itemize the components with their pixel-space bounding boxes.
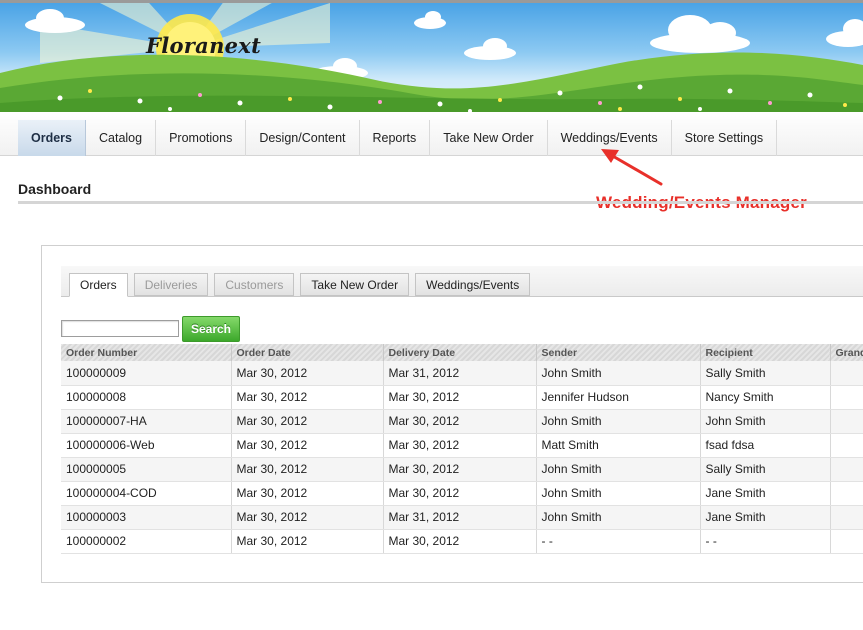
annotation-arrow-icon [601,149,663,186]
floranext-logo[interactable]: Floranext [146,33,261,58]
table-cell-recipient: Sally Smith [700,361,831,386]
table-cell-delivery-date: Mar 31, 2012 [383,505,537,530]
table-cell-order-date: Mar 30, 2012 [231,409,384,434]
orders-table: Order Number Order Date Delivery Date Sende… [61,344,863,554]
table-cell-grand-total [830,505,863,530]
banner-illustration [0,3,863,112]
table-cell-order-number: 100000008 [61,385,232,410]
nav-item-promotions[interactable]: Promotions [156,120,247,156]
table-header-row: Order Number Order Date Delivery Date Sende… [61,344,863,361]
table-row[interactable]: 100000009 Mar 30, 2012 Mar 31, 2012 John Sm… [61,361,863,386]
column-header-order-date[interactable]: Order Date [231,344,384,361]
table-cell-order-date: Mar 30, 2012 [231,481,384,506]
table-cell-sender: John Smith [536,505,701,530]
table-cell-order-date: Mar 30, 2012 [231,361,384,386]
table-cell-order-date: Mar 30, 2012 [231,385,384,410]
page-title: Dashboard [18,181,92,197]
table-row[interactable]: 100000006-Web Mar 30, 2012 Mar 30, 2012 Mat… [61,433,863,458]
table-cell-delivery-date: Mar 30, 2012 [383,433,537,458]
table-cell-order-number: 100000002 [61,529,232,554]
column-header-delivery-date[interactable]: Delivery Date [383,344,537,361]
table-cell-grand-total [830,457,863,482]
table-cell-recipient: Jane Smith [700,481,831,506]
header-banner: Floranext [0,0,863,112]
table-cell-recipient: - - [700,529,831,554]
table-cell-sender: John Smith [536,457,701,482]
table-cell-recipient: Jane Smith [700,505,831,530]
tab-deliveries[interactable]: Deliveries [133,273,209,296]
table-cell-delivery-date: Mar 30, 2012 [383,529,537,554]
table-cell-recipient: Sally Smith [700,457,831,482]
table-cell-order-date: Mar 30, 2012 [231,529,384,554]
table-cell-sender: John Smith [536,409,701,434]
main-nav: Orders Catalog Promotions Design/Content Rep… [0,112,863,156]
table-row[interactable]: 100000002 Mar 30, 2012 Mar 30, 2012- -- - [61,529,863,554]
table-cell-order-number: 100000003 [61,505,232,530]
table-cell-sender: Matt Smith [536,433,701,458]
table-cell-recipient: Nancy Smith [700,385,831,410]
table-cell-grand-total [830,385,863,410]
table-cell-delivery-date: Mar 31, 2012 [383,361,537,386]
table-cell-sender: John Smith [536,481,701,506]
table-cell-grand-total [830,529,863,554]
table-row[interactable]: 100000007-HA Mar 30, 2012 Mar 30, 2012 John… [61,409,863,434]
table-body: 100000009 Mar 30, 2012 Mar 31, 2012 John Sm… [61,361,863,554]
table-cell-grand-total [830,361,863,386]
nav-item-take-new-order[interactable]: Take New Order [430,120,548,156]
table-cell-sender: Jennifer Hudson [536,385,701,410]
table-cell-grand-total [830,433,863,458]
table-cell-order-date: Mar 30, 2012 [231,433,384,458]
table-row[interactable]: 100000005 Mar 30, 2012 Mar 30, 2012 John Sm… [61,457,863,482]
nav-item-reports[interactable]: Reports [360,120,431,156]
table-cell-order-number: 100000006-Web [61,433,232,458]
tab-orders[interactable]: Orders [69,273,128,297]
table-row[interactable]: 100000004-COD Mar 30, 2012 Mar 30, 2012 Joh… [61,481,863,506]
column-header-recipient[interactable]: Recipient [700,344,831,361]
table-cell-order-number: 100000004-COD [61,481,232,506]
column-header-order-number[interactable]: Order Number [61,344,232,361]
table-cell-delivery-date: Mar 30, 2012 [383,409,537,434]
table-cell-sender: John Smith [536,361,701,386]
search-input[interactable] [61,320,179,337]
table-row[interactable]: 100000003 Mar 30, 2012 Mar 31, 2012 John Sm… [61,505,863,530]
table-cell-order-number: 100000009 [61,361,232,386]
table-cell-order-number: 100000007-HA [61,409,232,434]
table-cell-grand-total [830,481,863,506]
dashboard-tabbar: Orders Deliveries Customers Take New Order W… [61,266,863,297]
table-cell-delivery-date: Mar 30, 2012 [383,385,537,410]
table-cell-recipient: fsad fdsa [700,433,831,458]
tab-take-new-order[interactable]: Take New Order [300,273,410,296]
title-divider [18,201,863,204]
table-cell-order-date: Mar 30, 2012 [231,505,384,530]
table-cell-sender: - - [536,529,701,554]
table-cell-order-number: 100000005 [61,457,232,482]
column-header-grand-total[interactable]: Grand Total [830,344,863,361]
tab-weddings-events[interactable]: Weddings/Events [415,273,531,296]
column-header-sender[interactable]: Sender [536,344,701,361]
tab-customers[interactable]: Customers [214,273,295,296]
dashboard-tabs: Orders Deliveries Customers Take New Order W… [69,273,536,297]
table-cell-recipient: John Smith [700,409,831,434]
table-cell-delivery-date: Mar 30, 2012 [383,481,537,506]
nav-item-orders[interactable]: Orders [18,120,86,156]
nav-item-design-content[interactable]: Design/Content [246,120,360,156]
search-button[interactable]: Search [182,316,240,342]
nav-item-store-settings[interactable]: Store Settings [672,120,778,156]
table-cell-order-date: Mar 30, 2012 [231,457,384,482]
table-cell-delivery-date: Mar 30, 2012 [383,457,537,482]
dashboard-panel: Orders Deliveries Customers Take New Order W… [41,245,863,583]
nav-item-catalog[interactable]: Catalog [86,120,157,156]
table-cell-grand-total [830,409,863,434]
table-row[interactable]: 100000008 Mar 30, 2012 Mar 30, 2012 Jennife… [61,385,863,410]
